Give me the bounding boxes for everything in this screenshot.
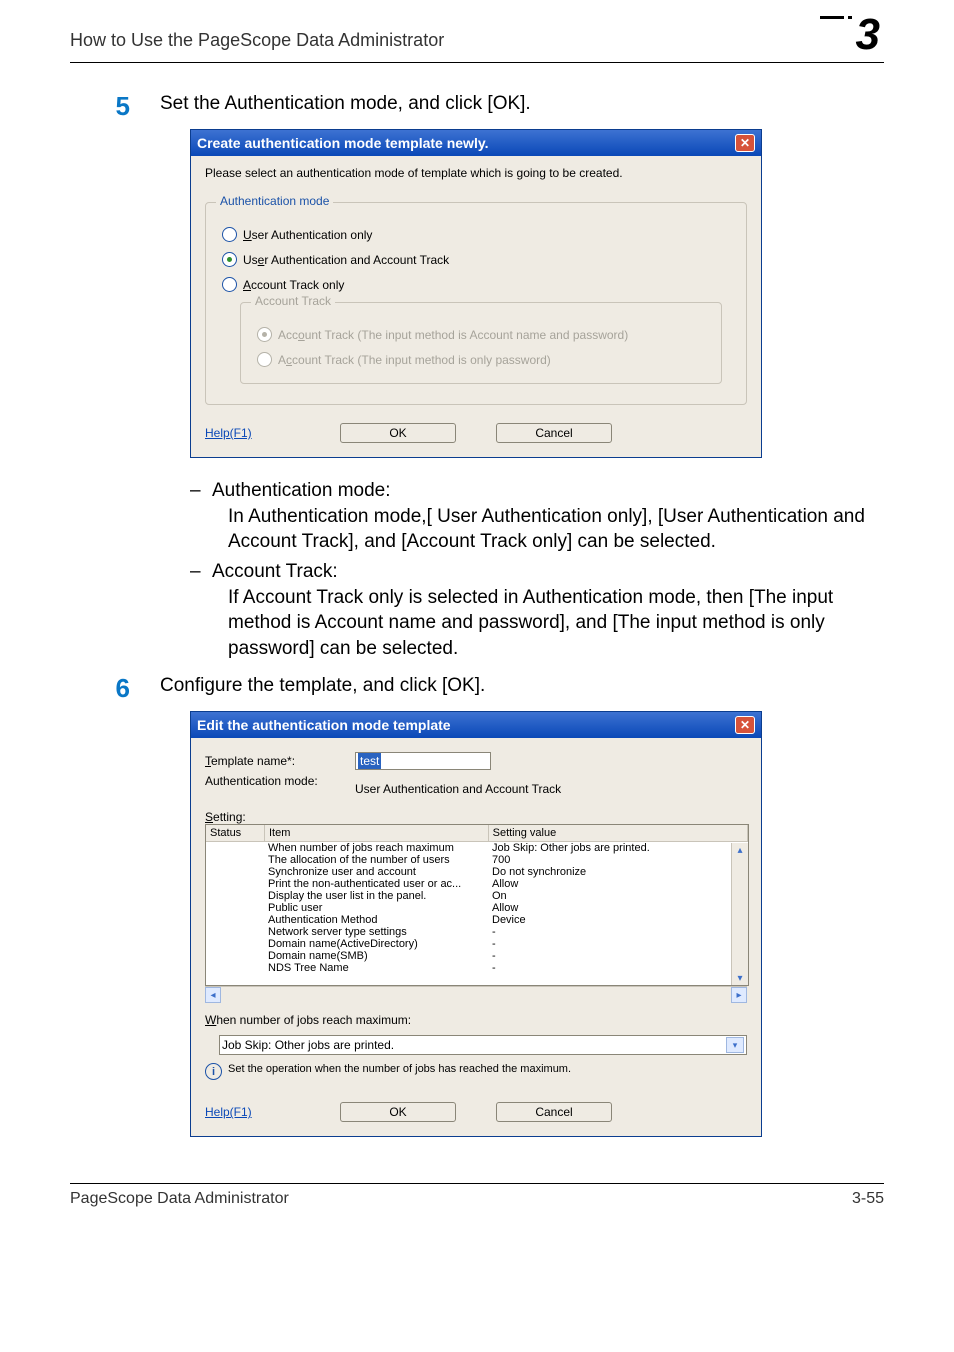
col-value: Setting value (489, 825, 748, 841)
settings-table[interactable]: Status Item Setting value When number of… (205, 824, 749, 986)
row-item: When number of jobs reach maximum (264, 842, 488, 854)
step6-number: 6 (70, 673, 160, 701)
row-item: Print the non-authenticated user or ac..… (264, 878, 488, 890)
table-row[interactable]: Network server type settings- (206, 926, 748, 938)
row-value: - (488, 950, 748, 962)
table-row[interactable]: NDS Tree Name- (206, 962, 748, 974)
scroll-left-icon[interactable]: ◂ (205, 987, 221, 1003)
radio-icon (222, 252, 237, 267)
col-status: Status (206, 825, 265, 841)
row-value: - (488, 938, 748, 950)
cancel-button[interactable]: Cancel (496, 1102, 612, 1122)
ok-button[interactable]: OK (340, 1102, 456, 1122)
radio-account-track-only[interactable]: Account Track only (222, 277, 730, 292)
header-title: How to Use the PageScope Data Administra… (70, 30, 444, 51)
footer-left: PageScope Data Administrator (70, 1190, 289, 1208)
dialog-edit-auth-template: Edit the authentication mode template ✕ … (190, 711, 762, 1137)
auth-mode-label: Authentication mode: (205, 774, 345, 788)
chapter-badge: 3 (814, 16, 884, 56)
table-row[interactable]: Synchronize user and accountDo not synch… (206, 866, 748, 878)
footer-right: 3-55 (852, 1190, 884, 1208)
step5-number: 5 (70, 91, 160, 119)
account-track-legend: Account Track (251, 294, 335, 308)
template-name-label: Template name*: (205, 754, 345, 768)
radio-icon (222, 227, 237, 242)
help-link[interactable]: Help(F1) (205, 426, 252, 440)
note2-desc: If Account Track only is selected in Aut… (228, 585, 884, 662)
table-row[interactable]: Authentication MethodDevice (206, 914, 748, 926)
scrollbar-horizontal[interactable]: ◂ ▸ (205, 986, 747, 1003)
radio-icon (222, 277, 237, 292)
setting-label: Setting: (205, 810, 747, 824)
table-row[interactable]: Display the user list in the panel.On (206, 890, 748, 902)
template-name-input[interactable]: test (355, 752, 491, 770)
help-link[interactable]: Help(F1) (205, 1105, 252, 1119)
close-icon[interactable]: ✕ (735, 134, 755, 152)
table-row[interactable]: When number of jobs reach maximumJob Ski… (206, 842, 748, 854)
radio-user-auth-only[interactable]: User Authentication only (222, 227, 730, 242)
row-value: Device (488, 914, 748, 926)
table-row[interactable]: Domain name(ActiveDirectory)- (206, 938, 748, 950)
radio-user-auth-and-track[interactable]: User Authentication and Account Track (222, 252, 730, 267)
scroll-down-icon[interactable]: ▾ (733, 971, 747, 985)
chapter-number: 3 (852, 10, 880, 60)
radio-icon (257, 327, 272, 342)
col-item: Item (265, 825, 489, 841)
row-item: Public user (264, 902, 488, 914)
row-item: Display the user list in the panel. (264, 890, 488, 902)
scrollbar-vertical[interactable]: ▴ ▾ (731, 843, 748, 985)
radio-at-password-only: Account Track (The input method is only … (257, 352, 705, 367)
note1-term: Authentication mode: (212, 480, 391, 501)
info-text: Set the operation when the number of job… (228, 1063, 571, 1075)
row-item: Domain name(SMB) (264, 950, 488, 962)
auth-mode-value: User Authentication and Account Track (355, 774, 561, 796)
row-item: Synchronize user and account (264, 866, 488, 878)
row-value: Allow (488, 878, 748, 890)
row-item: NDS Tree Name (264, 962, 488, 974)
row-value: 700 (488, 854, 748, 866)
ok-button[interactable]: OK (340, 423, 456, 443)
step5-text: Set the Authentication mode, and click [… (160, 91, 884, 117)
info-icon: i (205, 1063, 222, 1080)
row-item: Network server type settings (264, 926, 488, 938)
table-header: Status Item Setting value (206, 825, 748, 842)
scroll-right-icon[interactable]: ▸ (731, 987, 747, 1003)
row-value: - (488, 962, 748, 974)
radio-icon (257, 352, 272, 367)
dialog1-title: Create authentication mode template newl… (197, 135, 488, 151)
selected-setting-label: When number of jobs reach maximum: (205, 1013, 747, 1027)
row-value: Do not synchronize (488, 866, 748, 878)
dialog-create-auth-mode: Create authentication mode template newl… (190, 129, 762, 458)
row-value: - (488, 926, 748, 938)
radio-at-name-password: Account Track (The input method is Accou… (257, 327, 705, 342)
cancel-button[interactable]: Cancel (496, 423, 612, 443)
row-value: Allow (488, 902, 748, 914)
row-item: Authentication Method (264, 914, 488, 926)
table-row[interactable]: Print the non-authenticated user or ac..… (206, 878, 748, 890)
table-row[interactable]: The allocation of the number of users700 (206, 854, 748, 866)
step6-text: Configure the template, and click [OK]. (160, 673, 884, 699)
table-row[interactable]: Domain name(SMB)- (206, 950, 748, 962)
chevron-down-icon[interactable]: ▾ (726, 1037, 744, 1053)
row-item: The allocation of the number of users (264, 854, 488, 866)
note1-desc: In Authentication mode,[ User Authentica… (228, 504, 884, 555)
auth-mode-legend: Authentication mode (216, 194, 333, 208)
row-value: Job Skip: Other jobs are printed. (488, 842, 748, 854)
row-value: On (488, 890, 748, 902)
dropdown-value: Job Skip: Other jobs are printed. (222, 1038, 394, 1052)
table-row[interactable]: Public userAllow (206, 902, 748, 914)
close-icon[interactable]: ✕ (735, 716, 755, 734)
dialog1-intro: Please select an authentication mode of … (205, 166, 747, 180)
dialog2-title: Edit the authentication mode template (197, 717, 451, 733)
note2-term: Account Track: (212, 561, 338, 582)
scroll-up-icon[interactable]: ▴ (733, 843, 747, 857)
setting-value-dropdown[interactable]: Job Skip: Other jobs are printed. ▾ (219, 1035, 747, 1055)
row-item: Domain name(ActiveDirectory) (264, 938, 488, 950)
